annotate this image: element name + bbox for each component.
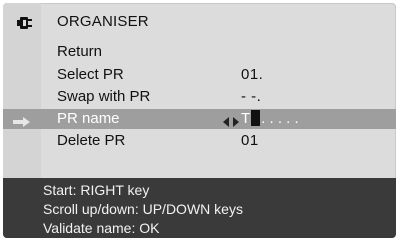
menu-item-value: 01: [241, 132, 259, 149]
help-line-scroll: Scroll up/down: UP/DOWN keys: [43, 201, 243, 217]
organiser-menu: ORGANISER Return Select PR 01. Swap with…: [3, 3, 396, 238]
menu-item-label: Delete PR: [57, 132, 126, 149]
pr-name-first-char: T: [241, 110, 251, 127]
menu-item-value: 01.: [241, 66, 264, 83]
menu-item-delete-pr[interactable]: Delete PR 01: [3, 131, 396, 151]
menu-item-label: PR name: [57, 110, 120, 127]
menu-title: ORGANISER: [57, 13, 149, 30]
pr-name-editor[interactable]: T . . . . .: [241, 110, 299, 128]
pointer-arrow-icon: [13, 114, 31, 127]
organiser-plug-icon: [15, 14, 33, 32]
menu-item-select-pr[interactable]: Select PR 01.: [3, 65, 396, 85]
pr-name-placeholder-dots: . . . . .: [261, 110, 299, 127]
help-line-start: Start: RIGHT key: [43, 182, 150, 198]
menu-item-return[interactable]: Return: [3, 42, 396, 62]
tv-screen: ORGANISER Return Select PR 01. Swap with…: [0, 0, 399, 241]
menu-item-pr-name[interactable]: PR name T . . . . .: [3, 109, 396, 129]
left-right-arrows-icon: [223, 114, 239, 127]
help-bar: Start: RIGHT key Scroll up/down: UP/DOWN…: [3, 178, 396, 238]
help-line-validate: Validate name: OK: [43, 220, 160, 236]
text-cursor: [251, 110, 261, 126]
menu-item-label: Swap with PR: [57, 88, 151, 105]
menu-item-value: - -.: [241, 88, 262, 105]
menu-item-label: Select PR: [57, 66, 124, 83]
menu-item-label: Return: [57, 43, 103, 60]
menu-item-swap-with-pr[interactable]: Swap with PR - -.: [3, 87, 396, 107]
